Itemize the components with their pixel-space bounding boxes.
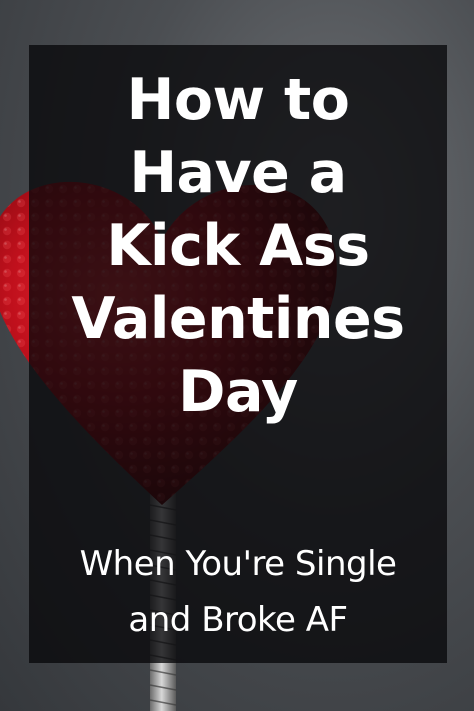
subtitle: When You're Single and Broke AF — [29, 536, 447, 648]
title-line: Day — [178, 359, 298, 425]
title-line: How to — [126, 67, 350, 133]
subtitle-line: and Broke AF — [128, 600, 348, 640]
title-line: Valentines — [71, 286, 405, 352]
title-line: Have a — [129, 140, 347, 206]
title: How to Have a Kick Ass Valentines Day — [29, 64, 447, 429]
subtitle-line: When You're Single — [79, 544, 397, 584]
pin-graphic: How to Have a Kick Ass Valentines Day Wh… — [0, 0, 474, 711]
title-line: Kick Ass — [106, 213, 370, 279]
